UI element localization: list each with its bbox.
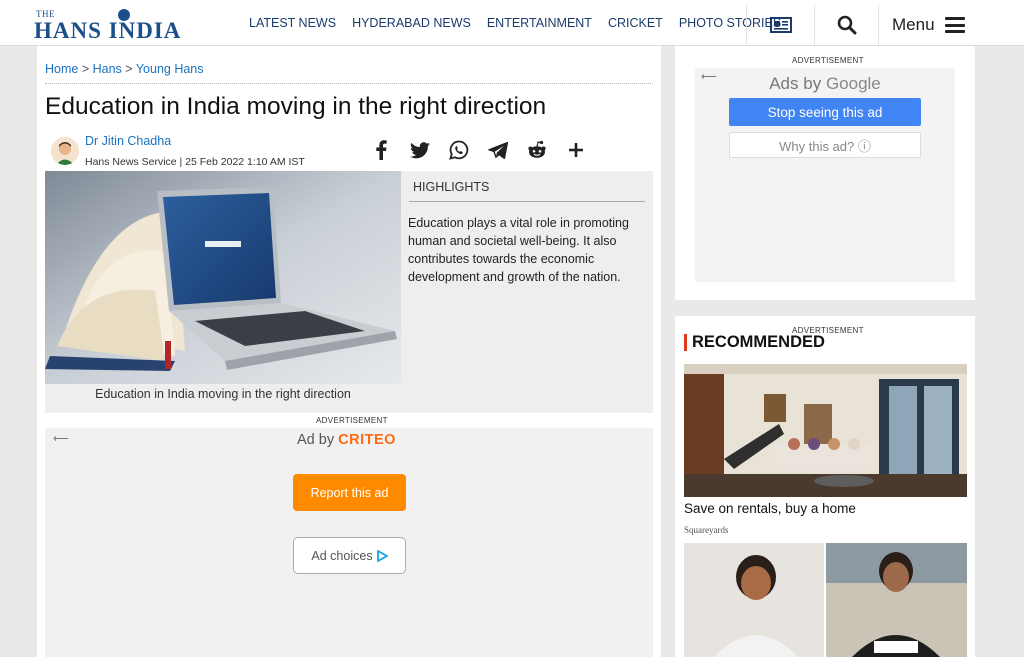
criteo-ad: ⟵ Ad by CRITEO Report this ad Ad choices [45, 428, 653, 657]
nav-cricket[interactable]: CRICKET [608, 16, 663, 30]
nav-latest-news[interactable]: LATEST NEWS [249, 16, 336, 30]
google-logo: Google [825, 74, 881, 93]
recommended-heading: RECOMMENDED [684, 334, 825, 351]
search-icon [837, 15, 856, 35]
ads-by-google: Ads by Google [695, 74, 955, 94]
why-this-ad-button[interactable]: Why this ad? ⓘ [729, 132, 921, 158]
google-ad-box: ⟵ Ads by Google Stop seeing this ad Why … [695, 68, 955, 282]
recommended-panel: ADVERTISEMENT RECOMMENDED Save on rental… [675, 316, 975, 657]
avatar-illustration [51, 137, 79, 165]
menu-label: Menu [892, 15, 935, 34]
menu-button[interactable]: Menu [878, 5, 998, 45]
criteo-logo: CRITEO [338, 432, 396, 448]
living-room-illustration [684, 364, 967, 497]
hero-image[interactable] [45, 171, 401, 384]
page-title: Education in India moving in the right d… [45, 93, 547, 120]
back-arrow-icon[interactable]: ⟵ [53, 432, 69, 445]
top-bar: THE HANS INDIA LATEST NEWS HYDERABAD NEW… [0, 0, 1024, 46]
recommended-source-1: Squareyards [684, 525, 729, 535]
recommended-caption-1[interactable]: Save on rentals, buy a home [684, 501, 856, 516]
divider [45, 83, 653, 84]
hamburger-icon [944, 17, 965, 33]
author-link[interactable]: Dr Jitin Chadha [85, 134, 171, 148]
highlights-heading: HIGHLIGHTS [413, 180, 490, 194]
newspaper-icon [769, 17, 792, 33]
ad-by-text: Ad by [297, 432, 335, 448]
breadcrumb: Home > Hans > Young Hans [45, 62, 204, 76]
advertisement-label: ADVERTISEMENT [792, 56, 864, 65]
telegram-icon[interactable] [486, 138, 510, 162]
breadcrumb-young-hans[interactable]: Young Hans [136, 62, 204, 76]
twitter-icon[interactable] [408, 138, 432, 162]
share-bar [369, 138, 588, 162]
reddit-icon[interactable] [525, 138, 549, 162]
site-logo[interactable]: THE HANS INDIA [34, 9, 218, 43]
lead-section: Education in India moving in the right d… [45, 171, 653, 413]
nav-hyderabad-news[interactable]: HYDERABAD NEWS [352, 16, 471, 30]
search-button[interactable] [814, 5, 878, 45]
sidebar-ad: ADVERTISEMENT ⟵ Ads by Google Stop seein… [675, 46, 975, 300]
highlights-text: Education plays a vital role in promotin… [408, 216, 629, 284]
breadcrumb-separator: > [125, 62, 133, 76]
main-nav: LATEST NEWS HYDERABAD NEWS ENTERTAINMENT… [249, 16, 797, 30]
recommended-image-2[interactable] [684, 543, 967, 657]
plus-icon[interactable] [564, 138, 588, 162]
ads-by-text: Ads by [769, 74, 822, 93]
divider [409, 201, 645, 202]
author-avatar[interactable] [51, 137, 79, 165]
breadcrumb-hans[interactable]: Hans [93, 62, 122, 76]
adchoices-icon [376, 549, 388, 562]
recommended-image-1[interactable] [684, 364, 967, 497]
laptop-book-illustration [45, 171, 401, 384]
stop-seeing-ad-button[interactable]: Stop seeing this ad [729, 98, 921, 126]
people-photo-illustration [684, 543, 967, 657]
byline: Hans News Service | 25 Feb 2022 1:10 AM … [85, 156, 305, 168]
image-caption: Education in India moving in the right d… [95, 387, 351, 401]
article-column: Home > Hans > Young Hans Education in In… [37, 46, 661, 657]
breadcrumb-home[interactable]: Home [45, 62, 78, 76]
facebook-icon[interactable] [369, 138, 393, 162]
report-ad-button[interactable]: Report this ad [293, 474, 406, 511]
ad-by-criteo: Ad by CRITEO [297, 432, 396, 448]
advertisement-label: ADVERTISEMENT [316, 416, 388, 425]
ad-choices-button[interactable]: Ad choices [293, 537, 406, 574]
ad-choices-label: Ad choices [311, 548, 373, 563]
epaper-button[interactable] [746, 5, 814, 45]
breadcrumb-separator: > [81, 62, 90, 76]
whatsapp-icon[interactable] [447, 138, 471, 162]
nav-entertainment[interactable]: ENTERTAINMENT [487, 16, 592, 30]
logo-main-text: HANS INDIA [34, 18, 182, 43]
